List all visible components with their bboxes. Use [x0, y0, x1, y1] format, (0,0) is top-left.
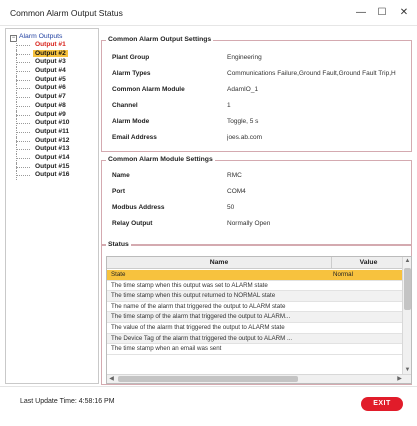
module-settings-heading: Common Alarm Module Settings — [106, 156, 215, 163]
status-row-name: State — [111, 271, 126, 278]
minimize-button[interactable]: — — [350, 4, 372, 22]
status-row-name: The time stamp when an email was sent — [111, 345, 222, 353]
tree-root-label: Alarm Outputs — [19, 33, 63, 40]
module-settings-group: Common Alarm Module Settings Name RMC Port… — [101, 156, 412, 245]
vertical-scrollbar[interactable]: ▲ ▼ — [402, 257, 411, 375]
status-heading: Status — [106, 241, 131, 248]
tree-item-label: Output #9 — [35, 110, 66, 118]
status-row[interactable]: State Normal — [107, 270, 405, 281]
tree-item-label: Output #11 — [35, 127, 70, 135]
exit-button[interactable]: EXIT — [361, 397, 403, 411]
status-group: Status Name Value State Normal The time st… — [101, 241, 412, 385]
last-update-time: Last Update Time: 4:58:16 PM — [20, 398, 115, 405]
horizontal-scroll-thumb[interactable] — [118, 376, 298, 382]
tree-item-label: Output #13 — [35, 145, 70, 153]
tree-root-alarm-outputs[interactable]: − Alarm Outputs — [10, 32, 63, 42]
title-bar: Common Alarm Output Status — ☐ ✕ — [0, 0, 417, 26]
status-row[interactable]: The value of the alarm that triggered th… — [107, 323, 405, 334]
output-settings-group: Common Alarm Output Settings Plant Group… — [101, 36, 412, 152]
tree-item-label: Output #4 — [35, 67, 66, 75]
tree-item-label: Output #16 — [35, 171, 70, 179]
close-button[interactable]: ✕ — [393, 4, 415, 22]
status-row-name: The name of the alarm that triggered the… — [111, 302, 286, 310]
tree-item-output[interactable]: Output #6 — [13, 84, 97, 93]
module-setting-value: 50 — [227, 204, 235, 211]
tree-item-output[interactable]: Output #2 — [13, 49, 97, 59]
tree-item-output[interactable]: Output #5 — [13, 75, 97, 85]
output-setting-value: Engineering — [227, 54, 262, 61]
tree-item-label: Output #5 — [35, 75, 66, 83]
module-setting-key: Name — [112, 172, 130, 179]
tree-item-output[interactable]: Output #14 — [13, 153, 97, 163]
output-setting-value: Toggle, 5 s — [227, 118, 259, 125]
tree-item-label: Output #3 — [35, 58, 66, 66]
column-header-name[interactable]: Name — [107, 257, 332, 269]
alarm-outputs-tree[interactable]: − Alarm Outputs Output #1 Output #2 Output … — [5, 28, 99, 384]
tree-item-label: Output #1 — [35, 41, 66, 48]
output-setting-value: 1 — [227, 102, 231, 109]
tree-item-label: Output #8 — [35, 101, 66, 109]
footer-divider — [0, 386, 417, 387]
tree-item-output[interactable]: Output #1 — [13, 41, 97, 50]
module-setting-value: Normally Open — [227, 220, 271, 227]
tree-item-output[interactable]: Output #16 — [13, 171, 97, 180]
output-setting-key: Channel — [112, 102, 138, 109]
status-rows: State Normal The time stamp when this outp… — [107, 270, 405, 355]
output-setting-key: Common Alarm Module — [112, 86, 185, 93]
status-row-name: The Device Tag of the alarm that trigger… — [111, 334, 293, 342]
module-setting-key: Port — [112, 188, 125, 195]
status-table-header: Name Value — [107, 257, 405, 269]
tree-item-output[interactable]: Output #7 — [13, 93, 97, 102]
module-setting-key: Relay Output — [112, 220, 153, 227]
status-row-name: The time stamp when this output was set … — [111, 281, 268, 289]
tree-item-label: Output #7 — [35, 93, 66, 101]
module-setting-key: Modbus Address — [112, 204, 165, 211]
tree-item-output[interactable]: Output #10 — [13, 119, 97, 128]
tree-item-output[interactable]: Output #12 — [13, 136, 97, 146]
vertical-scroll-thumb[interactable] — [404, 268, 411, 310]
status-row-value: Normal — [333, 271, 353, 278]
output-settings-heading: Common Alarm Output Settings — [106, 36, 214, 43]
maximize-button[interactable]: ☐ — [371, 4, 393, 22]
tree-item-output[interactable]: Output #3 — [13, 58, 97, 67]
status-row-name: The time stamp of the alarm that trigger… — [111, 313, 291, 321]
output-setting-key: Alarm Mode — [112, 118, 150, 125]
tree-item-label: Output #14 — [35, 153, 70, 161]
status-row[interactable]: The time stamp when this output returned… — [107, 291, 405, 302]
module-setting-value: COM4 — [227, 188, 246, 195]
tree-item-label: Output #10 — [35, 119, 70, 127]
status-row[interactable]: The time stamp of the alarm that trigger… — [107, 312, 405, 323]
status-row[interactable]: The time stamp when an email was sent — [107, 344, 405, 355]
status-row[interactable]: The name of the alarm that triggered the… — [107, 302, 405, 313]
status-row[interactable]: The time stamp when this output was set … — [107, 281, 405, 292]
scroll-up-icon[interactable]: ▲ — [403, 257, 411, 266]
column-header-value[interactable]: Value — [332, 257, 405, 269]
window-title: Common Alarm Output Status — [10, 8, 123, 18]
horizontal-scrollbar[interactable]: ◀ ▶ — [107, 374, 411, 383]
tree-item-label: Output #2 — [33, 49, 68, 57]
output-setting-value: joes.ab.com — [227, 134, 263, 141]
output-setting-value: Communications Failure,Ground Fault,Grou… — [227, 70, 396, 77]
tree-item-output[interactable]: Output #11 — [13, 127, 97, 137]
tree-item-output[interactable]: Output #13 — [13, 145, 97, 154]
scroll-left-icon[interactable]: ◀ — [107, 375, 116, 383]
tree-item-label: Output #15 — [35, 162, 70, 170]
output-setting-key: Plant Group — [112, 54, 150, 61]
status-row-name: The value of the alarm that triggered th… — [111, 323, 285, 331]
output-setting-value: AdamIO_1 — [227, 86, 259, 93]
module-setting-value: RMC — [227, 172, 242, 179]
tree-item-label: Output #12 — [35, 136, 70, 144]
output-setting-key: Alarm Types — [112, 70, 151, 77]
status-table[interactable]: Name Value State Normal The time stamp whe… — [106, 256, 412, 384]
scroll-right-icon[interactable]: ▶ — [395, 375, 404, 383]
output-setting-key: Email Address — [112, 134, 157, 141]
tree-items: Output #1 Output #2 Output #3 Output #4 Outp… — [13, 41, 97, 180]
tree-item-output[interactable]: Output #9 — [13, 110, 97, 120]
tree-item-label: Output #6 — [35, 84, 66, 92]
tree-item-output[interactable]: Output #15 — [13, 162, 97, 172]
status-row-name: The time stamp when this output returned… — [111, 292, 276, 300]
status-row[interactable]: The Device Tag of the alarm that trigger… — [107, 333, 405, 345]
tree-item-output[interactable]: Output #8 — [13, 101, 97, 111]
tree-item-output[interactable]: Output #4 — [13, 67, 97, 76]
